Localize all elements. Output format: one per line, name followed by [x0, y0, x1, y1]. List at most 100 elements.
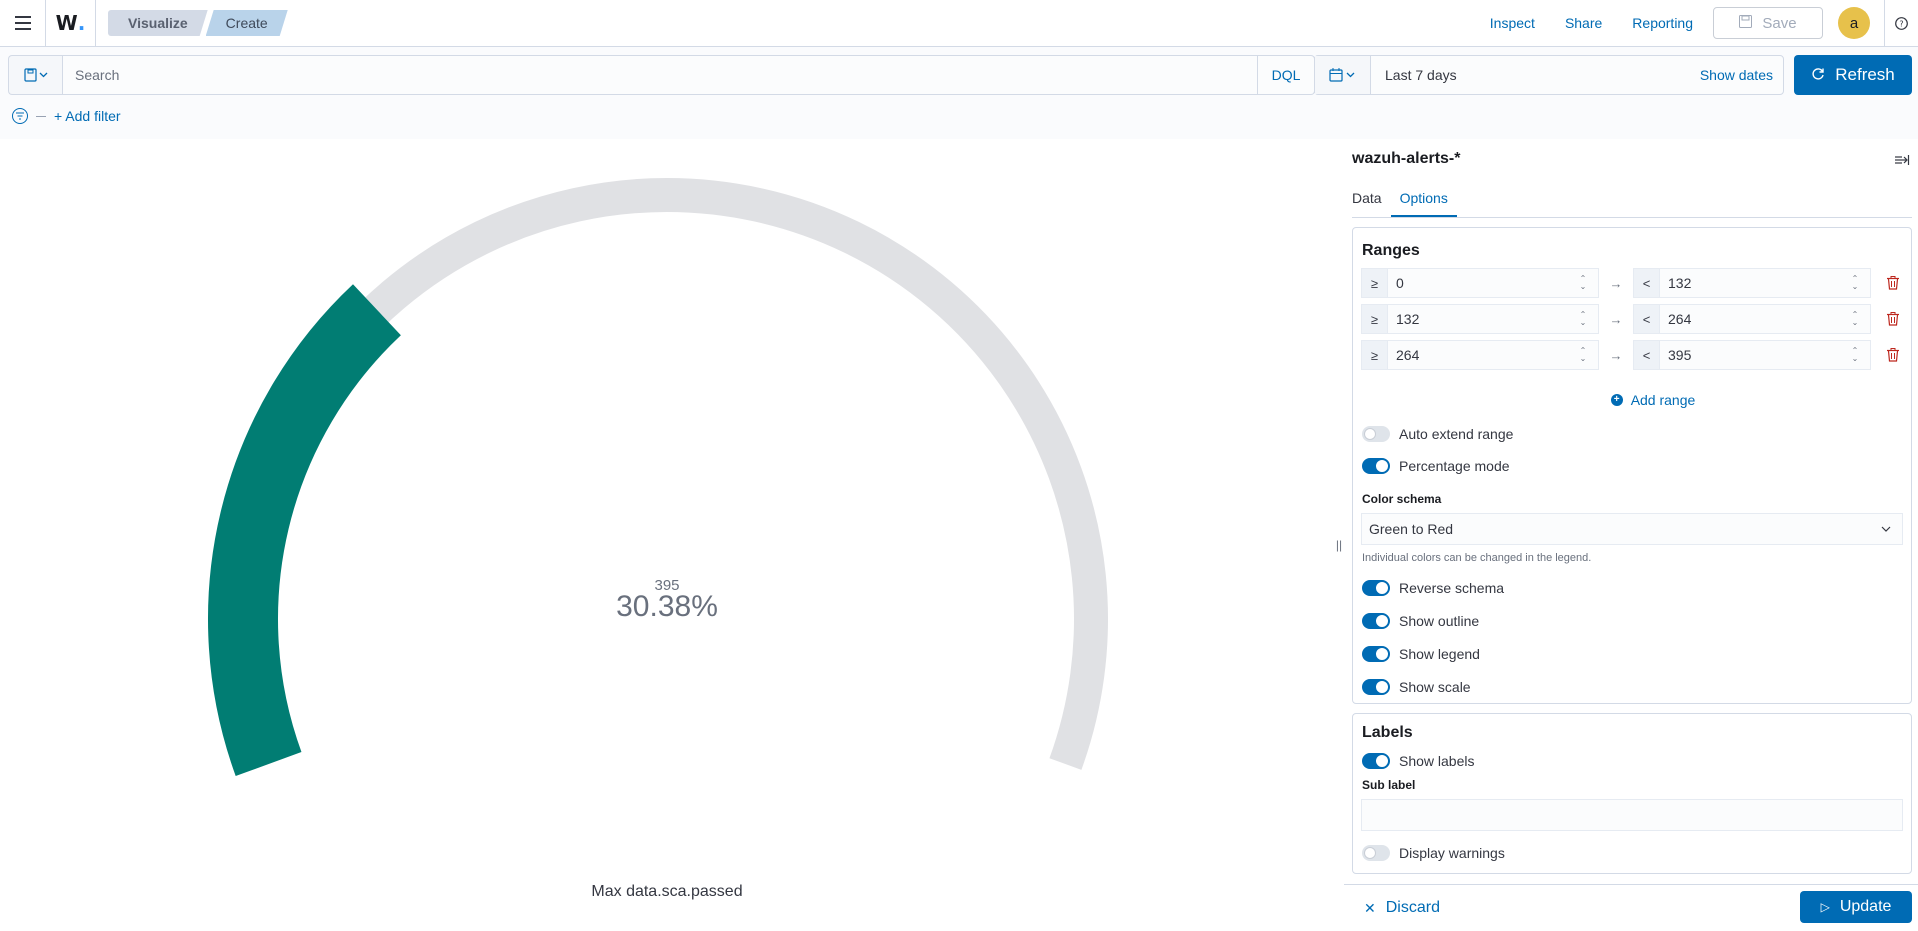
- breadcrumb-visualize[interactable]: Visualize: [108, 10, 208, 36]
- labels-heading: Labels: [1362, 724, 1413, 741]
- play-icon: ▷: [1820, 900, 1830, 914]
- lt-prefix: <: [1634, 341, 1660, 369]
- lt-prefix: <: [1634, 305, 1660, 333]
- panel-resize-handle[interactable]: ||: [1334, 139, 1344, 931]
- gte-prefix: ≥: [1362, 269, 1388, 297]
- update-label: Update: [1839, 898, 1892, 915]
- saved-queries-button[interactable]: [8, 55, 62, 95]
- range-to-value: 132: [1668, 275, 1692, 291]
- query-language-button[interactable]: DQL: [1258, 55, 1315, 95]
- reporting-link[interactable]: Reporting: [1632, 15, 1693, 31]
- update-button[interactable]: ▷ Update: [1800, 891, 1912, 923]
- range-to-input[interactable]: < 132 ⌃ ⌄: [1633, 268, 1871, 298]
- reverse-schema-toggle[interactable]: Reverse schema: [1362, 578, 1504, 598]
- stepper-icon[interactable]: ⌃ ⌄: [1844, 311, 1866, 327]
- range-from-input[interactable]: ≥ 0 ⌃ ⌄: [1361, 268, 1599, 298]
- show-labels-toggle[interactable]: Show labels: [1362, 751, 1475, 771]
- inspect-link[interactable]: Inspect: [1490, 15, 1535, 31]
- delete-range-icon[interactable]: [1883, 345, 1903, 365]
- switch-on[interactable]: [1362, 613, 1390, 629]
- editor-footer: ✕ Discard ▷ Update: [1344, 884, 1918, 931]
- date-range-text[interactable]: Last 7 days: [1371, 67, 1700, 83]
- stepper-icon[interactable]: ⌃ ⌄: [1572, 275, 1594, 291]
- gauge-chart: [208, 178, 1108, 776]
- svg-text:?: ?: [1899, 19, 1903, 28]
- filter-options-icon[interactable]: [12, 108, 28, 124]
- switch-on[interactable]: [1362, 646, 1390, 662]
- sidebar-tabs: Data Options: [1352, 181, 1457, 217]
- switch-on[interactable]: [1362, 458, 1390, 474]
- range-row: ≥ 132 ⌃ ⌄ → < 264 ⌃ ⌄: [1361, 304, 1871, 334]
- color-schema-label: Color schema: [1362, 492, 1442, 506]
- menu-button[interactable]: [0, 0, 46, 46]
- stepper-icon[interactable]: ⌃ ⌄: [1844, 347, 1866, 363]
- add-range-label: Add range: [1630, 392, 1696, 408]
- help-icon: ?: [1895, 16, 1908, 30]
- arrow-right-icon: →: [1609, 311, 1623, 327]
- auto-extend-toggle[interactable]: Auto extend range: [1362, 424, 1513, 444]
- search-input[interactable]: Search: [62, 55, 1258, 95]
- range-from-value: 132: [1396, 311, 1420, 327]
- auto-extend-label: Auto extend range: [1399, 426, 1514, 442]
- switch-on[interactable]: [1362, 753, 1390, 769]
- range-from-input[interactable]: ≥ 264 ⌃ ⌄: [1361, 340, 1599, 370]
- refresh-button[interactable]: Refresh: [1794, 55, 1912, 95]
- save-icon: [1739, 15, 1753, 31]
- save-label: Save: [1762, 14, 1797, 32]
- switch-off[interactable]: [1362, 845, 1390, 861]
- tabs-divider: [1352, 217, 1912, 218]
- editor-sidebar: wazuh-alerts-* Data Options Ranges ≥ 0 ⌃…: [1344, 139, 1918, 931]
- range-from-input[interactable]: ≥ 132 ⌃ ⌄: [1361, 304, 1599, 334]
- range-to-input[interactable]: < 264 ⌃ ⌄: [1633, 304, 1871, 334]
- visualization-area: 395 30.38% Max data.sca.passed: [0, 139, 1334, 931]
- color-schema-select[interactable]: Green to Red: [1361, 513, 1903, 545]
- reverse-schema-label: Reverse schema: [1399, 580, 1505, 596]
- refresh-icon: [1811, 67, 1825, 84]
- labels-panel: Labels Show labels Sub label Display war…: [1352, 713, 1912, 874]
- discard-button[interactable]: ✕ Discard: [1364, 899, 1440, 917]
- show-dates-link[interactable]: Show dates: [1700, 67, 1773, 83]
- app-logo[interactable]: W.: [46, 0, 96, 46]
- tab-options[interactable]: Options: [1390, 181, 1457, 217]
- avatar[interactable]: a: [1838, 7, 1870, 39]
- quick-date-button[interactable]: [1315, 56, 1371, 94]
- range-from-value: 0: [1396, 275, 1404, 291]
- breadcrumb-create: Create: [206, 10, 288, 36]
- add-filter-link[interactable]: + Add filter: [54, 108, 121, 124]
- show-scale-label: Show scale: [1399, 679, 1471, 695]
- stepper-icon[interactable]: ⌃ ⌄: [1844, 275, 1866, 291]
- delete-range-icon[interactable]: [1883, 309, 1903, 329]
- search-row: Search DQL: [8, 55, 1315, 95]
- gte-prefix: ≥: [1362, 305, 1388, 333]
- show-outline-label: Show outline: [1399, 613, 1480, 629]
- gte-prefix: ≥: [1362, 341, 1388, 369]
- switch-on[interactable]: [1362, 679, 1390, 695]
- range-to-value: 395: [1668, 347, 1692, 363]
- display-warnings-toggle[interactable]: Display warnings: [1362, 843, 1505, 863]
- range-row: ≥ 264 ⌃ ⌄ → < 395 ⌃ ⌄: [1361, 340, 1871, 370]
- delete-range-icon[interactable]: [1883, 273, 1903, 293]
- percentage-mode-toggle[interactable]: Percentage mode: [1362, 456, 1510, 476]
- share-link[interactable]: Share: [1565, 15, 1602, 31]
- stepper-icon[interactable]: ⌃ ⌄: [1572, 311, 1594, 327]
- percentage-mode-label: Percentage mode: [1399, 458, 1510, 474]
- range-to-input[interactable]: < 395 ⌃ ⌄: [1633, 340, 1871, 370]
- range-row: ≥ 0 ⌃ ⌄ → < 132 ⌃ ⌄: [1361, 268, 1871, 298]
- ranges-heading: Ranges: [1362, 242, 1420, 259]
- show-outline-toggle[interactable]: Show outline: [1362, 611, 1479, 631]
- add-range-button[interactable]: + Add range: [1353, 392, 1913, 408]
- collapse-sidebar-icon[interactable]: [1894, 153, 1910, 169]
- stepper-icon[interactable]: ⌃ ⌄: [1572, 347, 1594, 363]
- show-legend-toggle[interactable]: Show legend: [1362, 644, 1480, 664]
- save-button[interactable]: Save: [1713, 7, 1823, 39]
- chevron-down-icon: [1880, 522, 1892, 538]
- gauge-fill: [208, 284, 402, 776]
- sub-label-input[interactable]: [1361, 799, 1903, 831]
- query-bar: Search DQL Last 7 days Show dates Refres…: [0, 47, 1918, 139]
- color-schema-help: Individual colors can be changed in the …: [1362, 552, 1592, 564]
- show-scale-toggle[interactable]: Show scale: [1362, 677, 1471, 697]
- tab-data[interactable]: Data: [1352, 181, 1391, 217]
- switch-on[interactable]: [1362, 580, 1390, 596]
- help-button[interactable]: ?: [1884, 0, 1918, 46]
- switch-off[interactable]: [1362, 426, 1390, 442]
